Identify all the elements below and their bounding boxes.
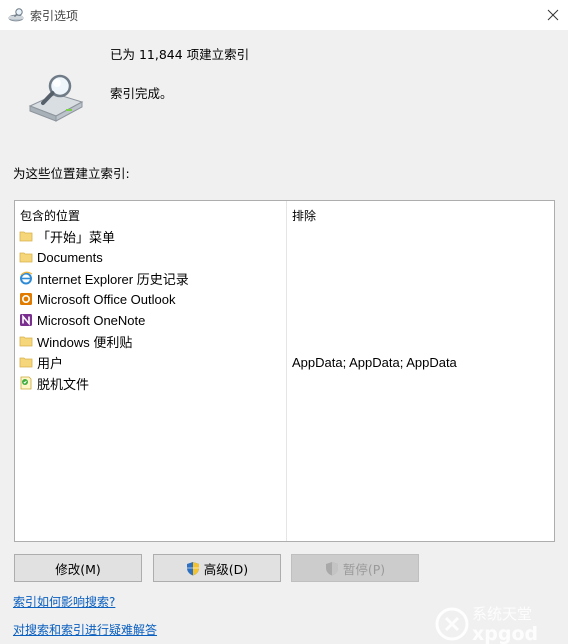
window-title: 索引选项 [30,9,79,23]
uac-shield-icon [325,561,338,575]
folder-icon [19,357,33,368]
close-button[interactable] [538,0,568,30]
column-header-excluded[interactable]: 排除 [292,207,316,224]
list-item[interactable]: 「开始」菜单 [19,226,115,246]
outlook-icon [20,293,32,305]
troubleshoot-search-link[interactable]: 对搜索和索引进行疑难解答 [13,621,157,638]
indexed-count-text: 已为 11,844 项建立索引 [110,47,250,62]
list-item-label: 「开始」菜单 [37,229,116,245]
pause-button-label: 暂停(P) [342,561,386,577]
list-item[interactable]: Microsoft OneNote [19,310,145,330]
modify-button[interactable]: 修改(M) [14,554,142,582]
pause-button[interactable]: 暂停(P) [291,554,419,582]
folder-icon [19,231,33,242]
svg-text:xpgod: xpgod [472,623,538,644]
list-item-label: Internet Explorer 历史记录 [37,271,189,287]
folder-icon [19,252,33,263]
title-bar: 索引选项 [0,0,568,30]
onenote-icon [20,314,32,326]
list-item-label: Windows 便利贴 [37,334,133,350]
list-item-label: 用户 [37,355,64,371]
indexing-drive-icon [28,74,84,122]
list-item-label: 脱机文件 [37,376,90,392]
svg-text:系统天堂: 系统天堂 [472,605,532,623]
offline-files-icon [20,376,32,390]
locations-label: 为这些位置建立索引: [13,166,130,181]
folder-icon [19,336,33,347]
how-indexing-affects-search-link[interactable]: 索引如何影响搜索? [13,593,115,610]
list-item[interactable]: 脱机文件 [19,373,89,393]
column-divider [286,201,287,541]
advanced-button-label: 高级(D) [203,561,249,577]
indexing-options-icon [8,8,24,22]
list-item[interactable]: Microsoft Office Outlook [19,289,175,309]
list-item-label: Documents [37,249,103,265]
list-item[interactable]: 用户 [19,352,63,372]
site-watermark-logo: 系统天堂 xpgod [435,605,538,644]
internet-explorer-icon [20,271,33,285]
modify-button-label: 修改(M) [55,561,101,577]
list-item-exclusions: AppData; AppData; AppData [292,354,457,370]
close-icon [547,9,559,21]
indexing-status-text: 索引完成。 [110,86,173,101]
list-item-label: Microsoft OneNote [37,312,146,328]
locations-list[interactable]: 包含的位置 排除 「开始」菜单 Documents Internet Explo… [14,200,555,542]
advanced-button[interactable]: 高级(D) [153,554,281,582]
list-item[interactable]: Windows 便利贴 [19,331,132,351]
list-item[interactable]: Internet Explorer 历史记录 [19,268,189,288]
uac-shield-icon [186,561,199,575]
column-header-included[interactable]: 包含的位置 [20,207,80,224]
list-item-label: Microsoft Office Outlook [37,291,176,307]
list-item[interactable]: Documents [19,247,103,267]
